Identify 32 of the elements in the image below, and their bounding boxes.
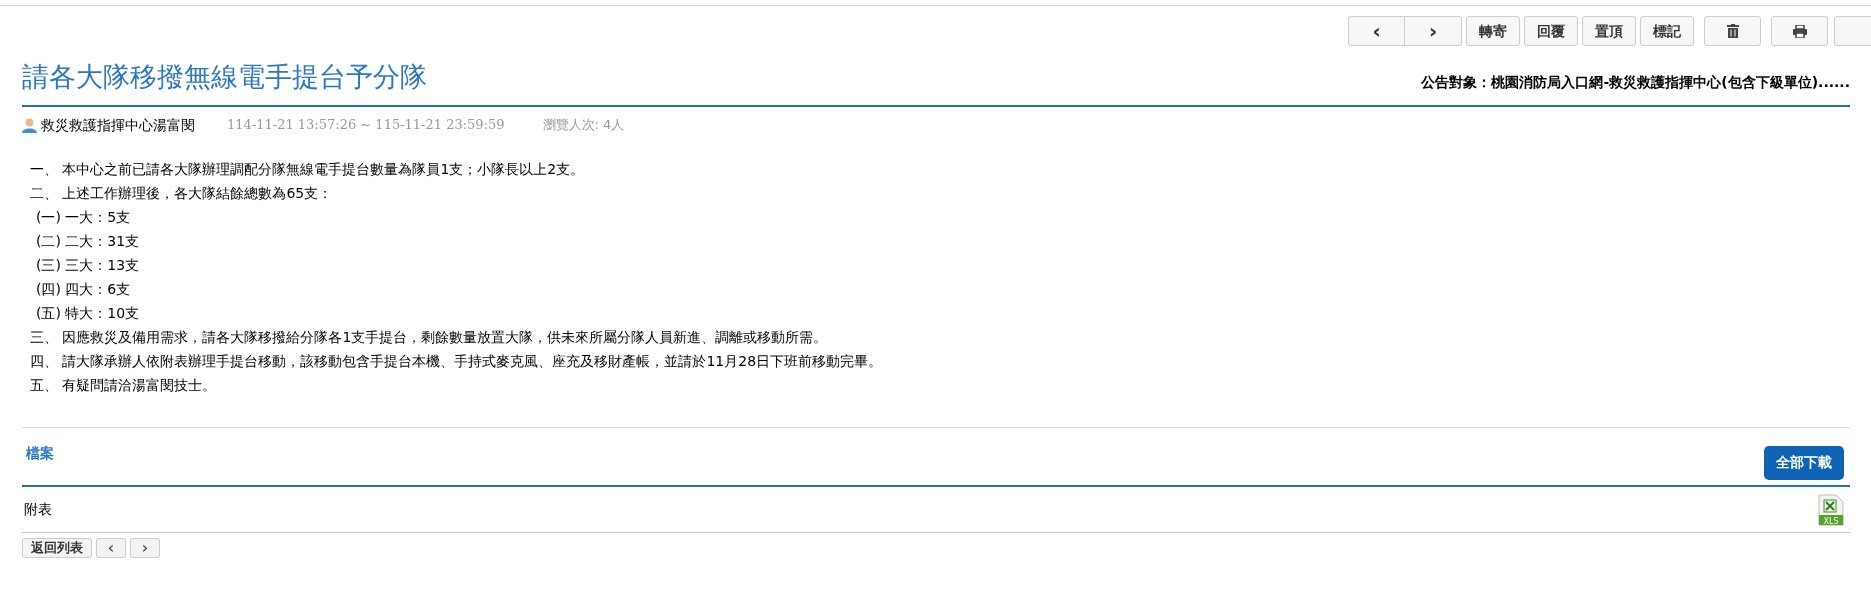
date-range: 114-11-21 13:57:26 ~ 115-11-21 23:59:59 <box>227 116 505 135</box>
print-icon <box>1792 24 1807 38</box>
body-paragraph: (二) 二大：31支 <box>35 232 141 251</box>
next-button[interactable]: › <box>1405 16 1462 46</box>
download-all-button[interactable]: 全部下載 <box>1764 445 1844 480</box>
author-name: 救災救護指揮中心湯富閔 <box>41 115 195 135</box>
toolbar-button[interactable]: 標記 <box>1640 16 1694 46</box>
body-paragraph: (五) 特大：10支 <box>35 304 141 323</box>
toolbar-button[interactable]: 置頂 <box>1582 16 1636 46</box>
body-paragraph: 四、 請大隊承辦人依附表辦理手提台移動，該移動包含手提台本機、手持式麥克風、座充及移財產帳，並請於11月28日下班前移動完畢。 <box>29 352 884 371</box>
body-paragraph: 三、 因應救災及備用需求，請各大隊移撥給分隊各1支手提台，剩餘數量放置大隊，供未來所屬分隊人員新進、調離或移動所需。 <box>29 328 829 347</box>
user-icon <box>22 117 37 133</box>
back-to-list-button[interactable]: 返回列表 <box>22 538 92 558</box>
delete-button[interactable] <box>1704 16 1761 46</box>
next-button[interactable]: › <box>130 538 160 558</box>
body-paragraph: (四) 四大：6支 <box>35 280 132 299</box>
trash-icon <box>1726 24 1739 38</box>
body-paragraph: (三) 三大：13支 <box>35 256 141 275</box>
print-button[interactable] <box>1771 16 1828 46</box>
body-paragraph: 二、 上述工作辦理後，各大隊結餘總數為65支： <box>29 184 334 203</box>
body-paragraph: (一) 一大：5支 <box>35 208 132 227</box>
page-title: 請各大隊移撥無線電手提台予分隊 <box>22 60 427 94</box>
body-paragraph: 一、 本中心之前已請各大隊辦理調配分隊無線電手提台數量為隊員1支；小隊長以上2支。 <box>29 160 586 179</box>
audience-text: 公告對象：桃園消防局入口網-救災救護指揮中心(包含下級單位)...... <box>1421 73 1850 92</box>
previous-button[interactable]: ‹ <box>1348 16 1405 46</box>
previous-button[interactable]: ‹ <box>96 538 126 558</box>
file-name: 附表 <box>23 500 52 519</box>
view-count: 瀏覽人次: 4人 <box>542 116 625 135</box>
body-paragraph: 五、 有疑問請洽湯富閔技士。 <box>29 376 218 395</box>
toolbar-button[interactable]: 回覆 <box>1524 16 1578 46</box>
files-heading: 檔案 <box>25 444 54 463</box>
toolbar-button[interactable]: 轉寄 <box>1466 16 1520 46</box>
